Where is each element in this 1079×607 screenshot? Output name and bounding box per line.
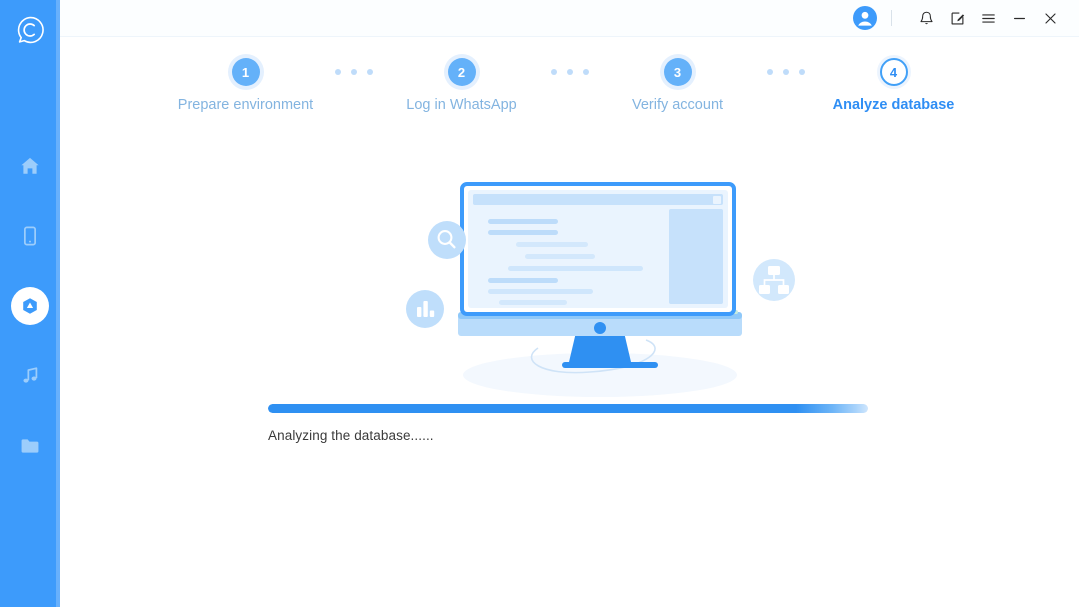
step-number: 2	[447, 58, 476, 86]
step-analyze-database: 4 Analyze database	[819, 58, 969, 113]
screen-line	[508, 266, 643, 271]
connector-dot	[334, 69, 341, 75]
step-connector-dots	[753, 69, 819, 75]
step-number: 3	[663, 58, 692, 86]
close-icon	[1044, 12, 1056, 24]
sidebar	[0, 0, 60, 607]
sidebar-item-device[interactable]	[10, 217, 50, 255]
step-label: Log in WhatsApp	[406, 97, 517, 113]
step-log-in-whatsapp: 2 Log in WhatsApp	[387, 58, 537, 113]
step-label: Verify account	[631, 97, 724, 113]
screen-side-panel	[669, 209, 723, 304]
connector-dot	[350, 69, 357, 75]
chart-badge	[406, 290, 444, 328]
titlebar	[60, 0, 1079, 37]
screen-header-box	[713, 196, 721, 204]
sidebar-nav	[0, 147, 60, 465]
bell-icon	[919, 11, 933, 24]
notifications-button[interactable]	[913, 5, 939, 31]
screen-header	[473, 194, 723, 205]
step-prepare-environment: 1 Prepare environment	[171, 58, 321, 113]
progress-stepper: 1 Prepare environment 2 Log in WhatsApp …	[60, 58, 1079, 113]
hierarchy-badge	[753, 259, 795, 301]
screen-line	[516, 242, 588, 247]
stand-base	[562, 362, 658, 368]
app-window: 1 Prepare environment 2 Log in WhatsApp …	[0, 0, 1079, 607]
step-label: Analyze database	[832, 97, 955, 113]
sidebar-item-files[interactable]	[10, 427, 50, 465]
connector-dot	[366, 69, 373, 75]
music-note-icon	[23, 367, 38, 383]
connector-dot	[566, 69, 573, 75]
close-button[interactable]	[1037, 5, 1063, 31]
titlebar-controls	[853, 5, 1063, 31]
sidebar-item-music[interactable]	[10, 357, 50, 395]
search-badge	[428, 221, 466, 259]
illustration-svg	[406, 182, 795, 397]
step-connector-dots	[537, 69, 603, 75]
step-verify-account: 3 Verify account	[603, 58, 753, 113]
screen-line	[488, 278, 558, 283]
progress-section: Analyzing the database......	[268, 404, 868, 443]
screen-line	[488, 230, 558, 235]
menu-button[interactable]	[975, 5, 1001, 31]
connector-dot	[550, 69, 557, 75]
step-number: 1	[231, 58, 260, 86]
sidebar-item-home[interactable]	[10, 147, 50, 185]
sidebar-item-transfer[interactable]	[11, 287, 49, 325]
note-edit-icon	[951, 12, 964, 24]
monitor-power-dot	[594, 322, 606, 334]
step-label: Prepare environment	[177, 97, 314, 113]
progress-bar-fill	[268, 404, 868, 413]
screen-line	[499, 300, 567, 305]
folder-icon	[21, 439, 39, 453]
minimize-icon	[1013, 17, 1025, 19]
connector-dot	[798, 69, 805, 75]
step-connector-dots	[321, 69, 387, 75]
screen-line	[525, 254, 595, 259]
connector-dot	[782, 69, 789, 75]
feedback-button[interactable]	[944, 5, 970, 31]
user-avatar-icon	[858, 11, 872, 26]
screen-line	[488, 289, 593, 294]
connector-dot	[582, 69, 589, 75]
titlebar-divider	[891, 10, 892, 26]
chat-c-logo-icon	[17, 16, 44, 44]
progress-bar-track	[268, 404, 868, 413]
account-avatar[interactable]	[853, 6, 877, 30]
hamburger-menu-icon	[981, 13, 995, 23]
connector-dot	[766, 69, 773, 75]
step-number: 4	[879, 58, 908, 86]
mobile-phone-icon	[23, 226, 37, 246]
minimize-button[interactable]	[1006, 5, 1032, 31]
main-area: 1 Prepare environment 2 Log in WhatsApp …	[60, 0, 1079, 607]
droplet-shield-icon	[23, 298, 37, 314]
app-logo[interactable]	[9, 9, 51, 51]
database-analysis-illustration	[400, 172, 800, 412]
screen-line	[488, 219, 558, 224]
progress-status-text: Analyzing the database......	[268, 428, 434, 443]
home-icon	[21, 157, 39, 174]
